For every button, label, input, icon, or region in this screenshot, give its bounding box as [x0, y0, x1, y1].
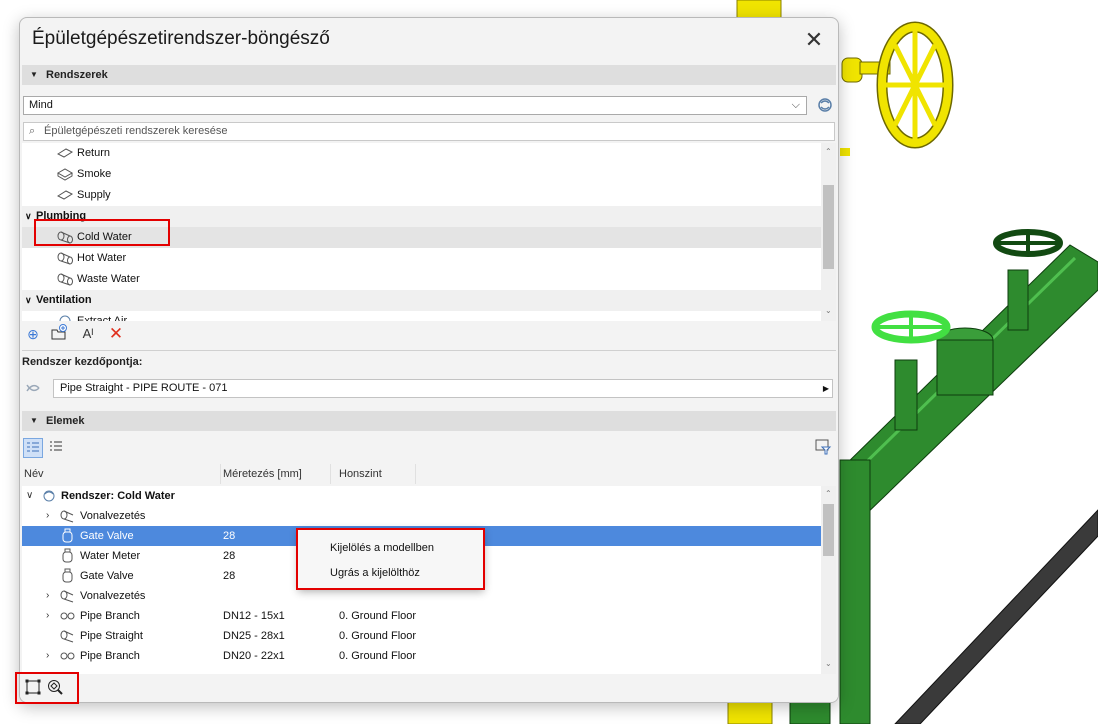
collapse-triangle-icon: ▼: [30, 70, 38, 79]
duct-box-icon: [56, 168, 74, 181]
duct-icon: [56, 190, 74, 200]
column-header-level[interactable]: Honszint: [331, 464, 416, 484]
rename-icon[interactable]: Aᴵ: [79, 325, 97, 343]
triangle-right-icon: ▶: [822, 384, 829, 393]
table-row[interactable]: ∨ Rendszer: Cold Water: [22, 486, 821, 506]
chevron-right-icon: ›: [46, 650, 50, 661]
scroll-down-icon[interactable]: ⌄: [825, 306, 832, 315]
scroll-up-icon[interactable]: ⌃: [825, 489, 832, 498]
systems-scrollbar[interactable]: ⌃ ⌄: [821, 143, 836, 321]
system-filter-dropdown[interactable]: Mind ⌵: [23, 96, 807, 115]
collapse-triangle-icon: ▼: [30, 416, 38, 425]
pipe-icon: [57, 252, 73, 265]
valve-icon: [62, 568, 73, 583]
dialog-title: Épületgépészetirendszer-böngésző: [32, 28, 330, 49]
add-system-icon[interactable]: ⊕: [24, 325, 42, 343]
tree-item[interactable]: Waste Water: [22, 269, 821, 290]
duct-icon: [56, 148, 74, 158]
list-view-toggle[interactable]: [47, 438, 67, 458]
pipe-icon: [60, 630, 74, 643]
chevron-right-icon: ›: [46, 590, 50, 601]
table-row[interactable]: Pipe Straight DN25 - 28x1 0. Ground Floo…: [22, 626, 821, 646]
route-icon: [60, 590, 74, 603]
system-settings-icon[interactable]: [815, 95, 835, 115]
dialog-footer: [20, 674, 838, 702]
scrollbar-thumb[interactable]: [823, 185, 834, 269]
pick-start-point-icon[interactable]: [24, 379, 44, 399]
search-icon: ⌕: [29, 125, 36, 137]
scroll-down-icon[interactable]: ⌄: [825, 659, 832, 668]
tree-item[interactable]: Hot Water: [22, 248, 821, 269]
systems-section-header[interactable]: ▼ Rendszerek: [22, 65, 836, 85]
yellow-valve-icon: [841, 21, 954, 149]
table-row[interactable]: › Vonalvezetés: [22, 506, 821, 526]
grey-pipe: [894, 509, 1098, 724]
route-icon: [60, 510, 74, 523]
tree-item[interactable]: Smoke: [22, 164, 821, 185]
scrollbar-thumb[interactable]: [823, 504, 834, 556]
yellow-pipe-bottom: [727, 699, 773, 724]
pipe-branch-icon: [60, 612, 75, 620]
table-row[interactable]: › Pipe Branch DN20 - 22x1 0. Ground Floo…: [22, 646, 821, 666]
close-button[interactable]: ✕: [800, 26, 828, 54]
highlight-box-context-menu: [296, 528, 485, 590]
tree-item[interactable]: Supply: [22, 185, 821, 206]
elements-section-header[interactable]: ▼ Elemek: [22, 411, 836, 431]
tree-view-toggle[interactable]: [23, 438, 43, 458]
chevron-down-icon: ∨: [26, 490, 34, 501]
chevron-down-icon: ⌵: [791, 99, 800, 111]
divider: [22, 350, 836, 351]
chevron-right-icon: ›: [46, 510, 50, 521]
pipe-icon: [57, 273, 73, 286]
table-row[interactable]: › Pipe Branch DN12 - 15x1 0. Ground Floo…: [22, 606, 821, 626]
tree-item[interactable]: Extract Air: [22, 311, 821, 321]
scroll-up-icon[interactable]: ⌃: [825, 147, 832, 156]
delete-icon[interactable]: ✕: [107, 325, 125, 343]
highlight-box-footer-icons: [15, 672, 79, 704]
filter-value: Mind: [29, 99, 53, 111]
chevron-right-icon: ›: [46, 610, 50, 621]
column-header-size[interactable]: Méretezés [mm]: [221, 464, 331, 484]
start-point-field[interactable]: Pipe Straight - PIPE ROUTE - 071 ▶: [53, 379, 833, 398]
column-header-name[interactable]: Név: [22, 464, 221, 484]
highlight-box-cold-water: [34, 219, 170, 246]
chevron-down-icon: ∨: [25, 211, 32, 221]
pipe-branch-icon: [60, 652, 75, 660]
filter-settings-icon[interactable]: [814, 438, 834, 458]
search-placeholder: Épületgépészeti rendszerek keresése: [44, 125, 228, 137]
chevron-down-icon: ∨: [25, 295, 32, 305]
tree-group-ventilation[interactable]: ∨ Ventilation: [22, 290, 821, 311]
mep-system-browser-dialog: Épületgépészetirendszer-böngésző ✕ ▼ Ren…: [19, 17, 839, 703]
system-icon: [59, 315, 71, 321]
meter-icon: [62, 548, 73, 563]
system-search-input[interactable]: ⌕ Épületgépészeti rendszerek keresése: [23, 122, 835, 141]
tree-item[interactable]: Return: [22, 143, 821, 164]
new-folder-icon[interactable]: [50, 324, 68, 342]
start-point-label: Rendszer kezdőpontja:: [22, 356, 143, 368]
system-icon: [43, 490, 55, 502]
yellow-pipe-stub: [840, 148, 850, 156]
elements-scrollbar[interactable]: ⌃ ⌄: [821, 486, 836, 674]
valve-icon: [62, 528, 73, 543]
